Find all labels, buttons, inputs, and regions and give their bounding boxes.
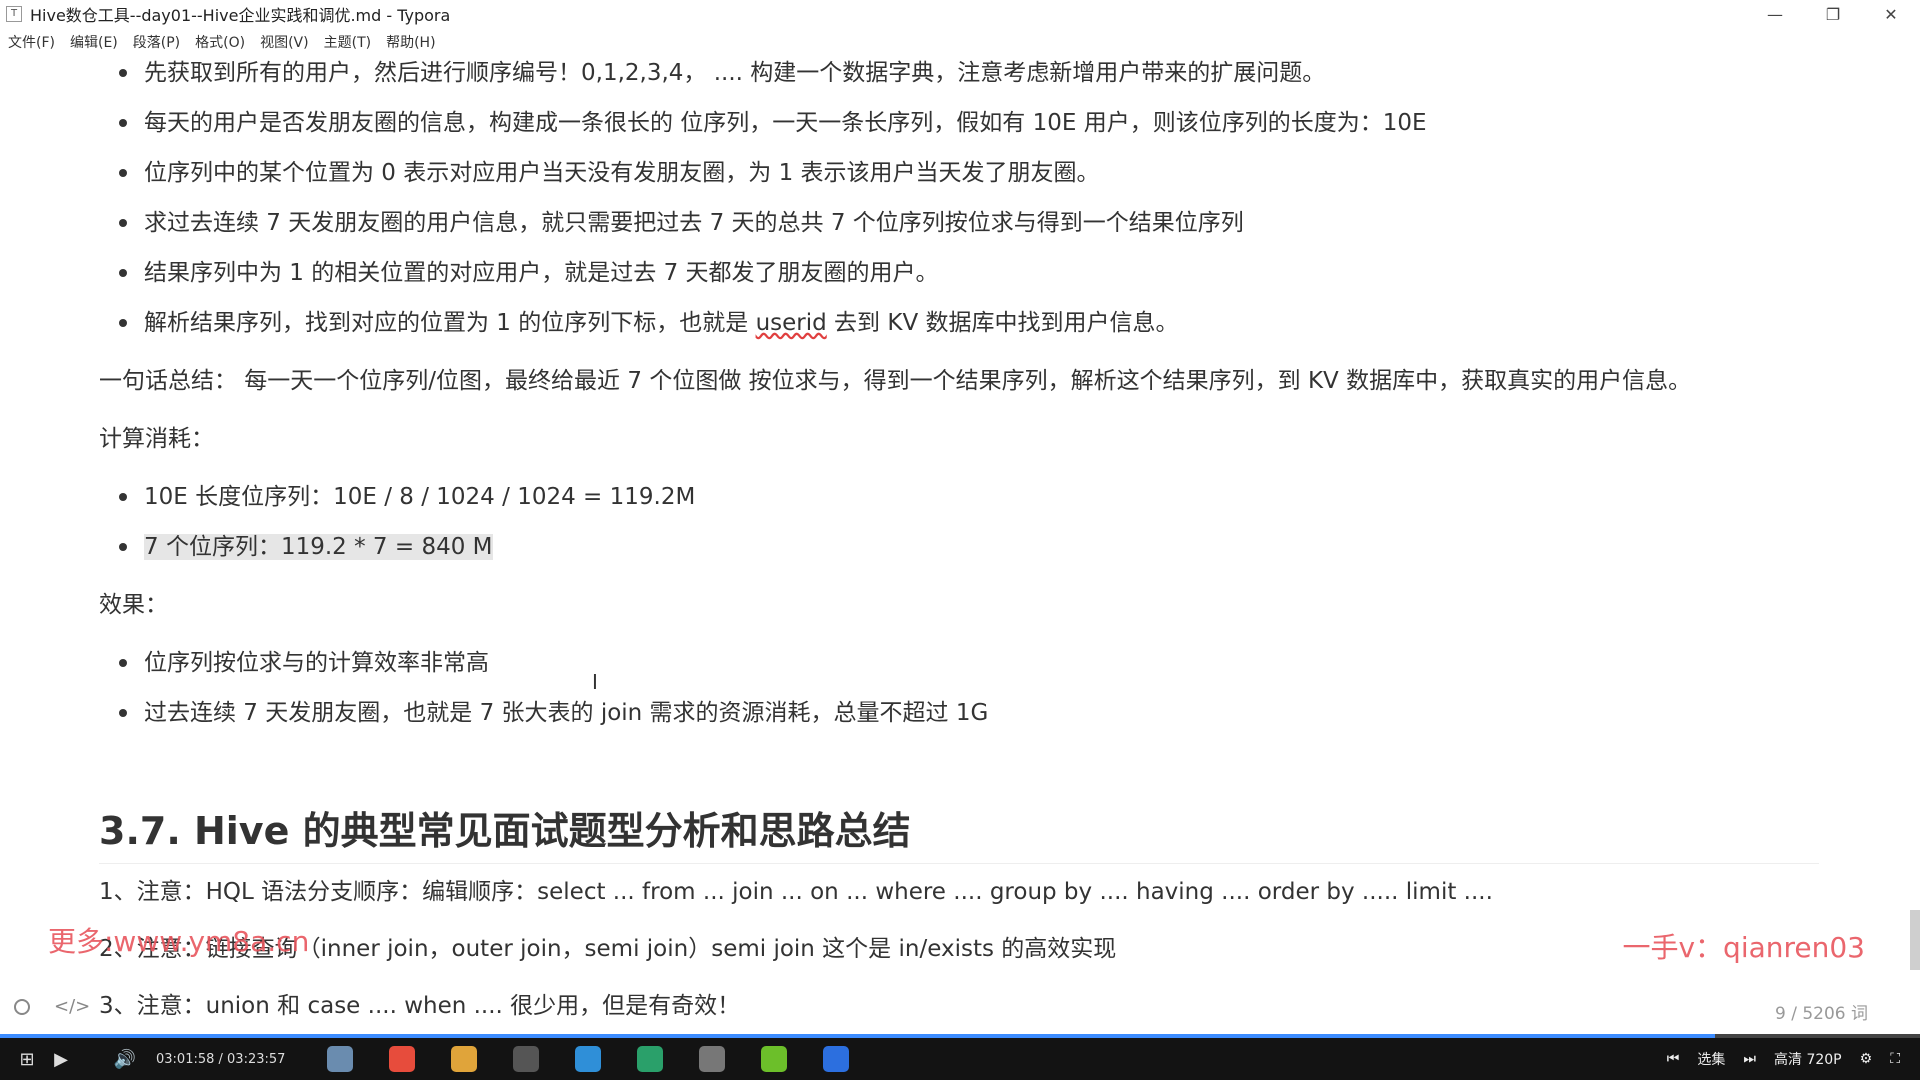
vertical-scrollbar[interactable] <box>1910 910 1920 970</box>
app-icon-glyph <box>389 1046 416 1072</box>
windows-start-icon[interactable]: ⊞ <box>10 1042 44 1076</box>
list-item-text: 解析结果序列，找到对应的位置为 1 的位序列下标，也就是 <box>144 310 756 336</box>
next-icon[interactable]: ⏭ <box>1743 1051 1756 1067</box>
numbered-item: 2、注意：链接查询（inner join，outer join，semi joi… <box>99 936 1117 962</box>
summary-paragraph: 一句话总结： 每一天一个位序列/位图，最终给最近 7 个位图做 按位求与，得到一… <box>99 368 1692 394</box>
selected-text: 7 个位序列：119.2 * 7 = 840 M <box>144 534 493 560</box>
close-button[interactable]: ✕ <box>1862 0 1920 28</box>
fullscreen-icon[interactable]: ⛶ <box>1890 1051 1900 1067</box>
watermark-left: 更多:www.ym8a.cn <box>48 925 310 958</box>
video-time: 03:01:58 / 03:23:57 <box>156 1051 286 1067</box>
app-icon-glyph <box>327 1046 354 1072</box>
quality-button[interactable]: 高清 720P <box>1774 1049 1842 1069</box>
list-item: 解析结果序列，找到对应的位置为 1 的位序列下标，也就是 userid 去到 K… <box>99 298 1819 348</box>
title-bar: T Hive数仓工具--day01--Hive企业实践和调优.md - Typo… <box>0 0 1920 28</box>
list-item: 位序列按位求与的计算效率非常高 <box>99 638 1819 688</box>
effect-list: 位序列按位求与的计算效率非常高 过去连续 7 天发朋友圈，也就是 7 张大表的 … <box>99 638 1819 738</box>
status-bar-left: </> <box>14 996 90 1017</box>
video-player-bar: ⊞ ▶ 🔊 03:01:58 / 03:23:57 ⏮ 选集 ⏭ 高清 720P… <box>0 1038 1920 1080</box>
window-controls: — ❐ ✕ <box>1746 0 1920 28</box>
watermark-right: 一手v：qianren03 <box>1622 931 1865 964</box>
taskbar-app-icon[interactable] <box>625 1042 675 1076</box>
list-item-text: 去到 KV 数据库中找到用户信息。 <box>826 310 1179 336</box>
word-count[interactable]: 9 / 5206 词 <box>1775 999 1868 1024</box>
minimize-button[interactable]: — <box>1746 0 1804 28</box>
list-item: 7 个位序列：119.2 * 7 = 840 M <box>99 522 1819 572</box>
player-controls-right: ⏮ 选集 ⏭ 高清 720P ⚙ ⛶ <box>1667 1038 1900 1080</box>
app-icon-glyph <box>575 1046 602 1072</box>
userid-spellcheck-word: userid <box>755 310 827 336</box>
taskbar-app-icon[interactable] <box>377 1042 427 1076</box>
section-heading: 3.7. Hive 的典型常见面试题型分析和思路总结 <box>99 800 1819 864</box>
taskbar-app-icon[interactable] <box>811 1042 861 1076</box>
taskbar-app-icon[interactable] <box>439 1042 489 1076</box>
app-icon-glyph <box>451 1046 478 1072</box>
app-icon-glyph <box>637 1046 664 1072</box>
taskbar-apps <box>315 1042 861 1076</box>
gear-icon[interactable]: ⚙ <box>1860 1051 1873 1067</box>
app-icon-glyph <box>513 1046 540 1072</box>
taskbar-app-icon[interactable] <box>749 1042 799 1076</box>
episodes-button[interactable]: 选集 <box>1697 1049 1725 1069</box>
text-cursor-icon: I <box>592 670 598 694</box>
restore-button[interactable]: ❐ <box>1804 0 1862 28</box>
effect-label: 效果： <box>99 592 168 618</box>
numbered-item: 3、注意：union 和 case .... when .... 很少用，但是有… <box>99 993 741 1019</box>
window-title: Hive数仓工具--day01--Hive企业实践和调优.md - Typora <box>30 6 451 25</box>
cost-label: 计算消耗： <box>99 426 214 452</box>
outline-toggle-icon[interactable] <box>14 998 30 1015</box>
typora-app-icon: T <box>6 6 22 22</box>
app-icon-glyph <box>823 1046 850 1072</box>
list-item: 每天的用户是否发朋友圈的信息，构建成一条很长的 位序列，一天一条长序列，假如有 … <box>99 98 1819 148</box>
source-code-toggle-icon[interactable]: </> <box>54 996 90 1017</box>
numbered-item: 1、注意：HQL 语法分支顺序：编辑顺序：select ... from ...… <box>99 879 1493 905</box>
taskbar-app-icon[interactable] <box>315 1042 365 1076</box>
taskbar-app-icon[interactable] <box>563 1042 613 1076</box>
taskbar-app-icon[interactable] <box>687 1042 737 1076</box>
play-icon[interactable]: ▶ <box>44 1042 78 1076</box>
menu-file[interactable]: 文件(F) <box>8 32 55 52</box>
list-item: 求过去连续 7 天发朋友圈的用户信息，就只需要把过去 7 天的总共 7 个位序列… <box>99 198 1819 248</box>
list-item: 位序列中的某个位置为 0 表示对应用户当天没有发朋友圈，为 1 表示该用户当天发… <box>99 148 1819 198</box>
list-item: 先获取到所有的用户，然后进行顺序编号！0,1,2,3,4， .... 构建一个数… <box>99 48 1819 98</box>
prev-icon[interactable]: ⏮ <box>1667 1051 1680 1067</box>
document-body[interactable]: 先获取到所有的用户，然后进行顺序编号！0,1,2,3,4， .... 构建一个数… <box>99 48 1819 1035</box>
app-icon-glyph <box>699 1046 726 1072</box>
cost-list: 10E 长度位序列：10E / 8 / 1024 / 1024 = 119.2M… <box>99 472 1819 572</box>
taskbar-app-icon[interactable] <box>501 1042 551 1076</box>
volume-icon[interactable]: 🔊 <box>108 1042 142 1076</box>
app-icon-glyph <box>761 1046 788 1072</box>
list-item: 过去连续 7 天发朋友圈，也就是 7 张大表的 join 需求的资源消耗，总量不… <box>99 688 1819 738</box>
list-item: 结果序列中为 1 的相关位置的对应用户，就是过去 7 天都发了朋友圈的用户。 <box>99 248 1819 298</box>
bitmap-steps-list: 先获取到所有的用户，然后进行顺序编号！0,1,2,3,4， .... 构建一个数… <box>99 48 1819 348</box>
list-item: 10E 长度位序列：10E / 8 / 1024 / 1024 = 119.2M <box>99 472 1819 522</box>
